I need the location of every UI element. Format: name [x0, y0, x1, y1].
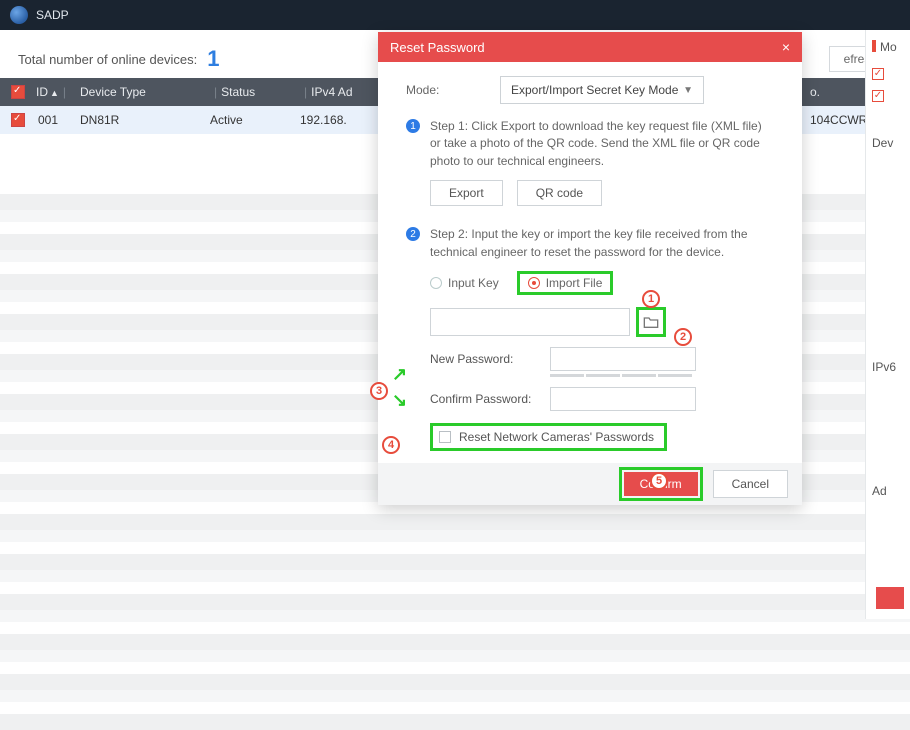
reset-cameras-checkbox[interactable] [439, 431, 451, 443]
title-bar: SADP [0, 0, 910, 30]
mode-label: Mode: [406, 83, 500, 97]
radio-dot-icon [528, 277, 540, 289]
cell-status: Active [210, 113, 300, 127]
mode-value: Export/Import Secret Key Mode [511, 83, 678, 97]
side-title: Mo [880, 40, 897, 54]
annotation-2: 2 [674, 328, 692, 346]
cancel-button[interactable]: Cancel [713, 470, 788, 498]
side-dev-label: Dev [872, 136, 904, 150]
mode-select[interactable]: Export/Import Secret Key Mode ▼ [500, 76, 704, 104]
file-path-input[interactable] [430, 308, 630, 336]
step1-text: Step 1: Click Export to download the key… [430, 118, 774, 170]
annotation-1: 1 [642, 290, 660, 308]
step2-text: Step 2: Input the key or import the key … [430, 226, 774, 261]
reset-cameras-row[interactable]: Reset Network Cameras' Passwords [430, 423, 667, 451]
annotation-3: 3 [370, 382, 388, 400]
col-type[interactable]: Device Type [80, 85, 146, 99]
confirm-password-label: Confirm Password: [430, 392, 550, 406]
col-id[interactable]: ID [36, 85, 48, 99]
col-status[interactable]: Status [221, 85, 255, 99]
side-panel: Mo Dev IPv6 Ad [865, 30, 910, 619]
cell-type: DN81R [80, 113, 210, 127]
arrow-up-icon: ↗ [392, 364, 407, 385]
annotation-4: 4 [382, 436, 400, 454]
row-checkbox[interactable] [11, 113, 25, 127]
export-button[interactable]: Export [430, 180, 503, 206]
radio-input-key[interactable]: Input Key [430, 276, 499, 290]
side-ipv6-label: IPv6 [872, 360, 904, 374]
radio-dot-icon [430, 277, 442, 289]
reset-cameras-label: Reset Network Cameras' Passwords [459, 430, 654, 444]
col-serial[interactable]: o. [810, 85, 820, 99]
side-check-2[interactable] [872, 90, 884, 102]
close-icon[interactable]: × [782, 39, 790, 55]
app-title: SADP [36, 8, 69, 22]
reset-password-dialog: Reset Password × Mode: Export/Import Sec… [378, 32, 802, 505]
app-logo-icon [10, 6, 28, 24]
qrcode-button[interactable]: QR code [517, 180, 602, 206]
radio-input-key-label: Input Key [448, 276, 499, 290]
confirm-password-input[interactable] [550, 387, 696, 411]
cell-id: 001 [36, 113, 80, 127]
folder-icon [643, 315, 659, 329]
browse-button[interactable] [636, 307, 666, 337]
device-count-value: 1 [207, 46, 219, 72]
radio-import-file[interactable]: Import File [517, 271, 614, 295]
select-all-checkbox[interactable] [11, 85, 25, 99]
accent-bar-icon [872, 40, 876, 52]
side-check-1[interactable] [872, 68, 884, 80]
arrow-down-icon: ↘ [392, 390, 407, 411]
step2-bullet-icon: 2 [406, 227, 420, 241]
new-password-input[interactable] [550, 347, 696, 371]
password-strength-meter [550, 374, 774, 377]
dialog-footer: Confirm Cancel [378, 463, 802, 505]
new-password-label: New Password: [430, 352, 550, 366]
dialog-header: Reset Password × [378, 32, 802, 62]
side-admin-label: Ad [872, 484, 904, 498]
col-ipv4[interactable]: IPv4 Ad [311, 85, 352, 99]
dialog-title: Reset Password [390, 40, 485, 55]
side-action-button[interactable] [876, 587, 904, 609]
chevron-down-icon: ▼ [683, 85, 693, 96]
device-count-label: Total number of online devices: [18, 52, 197, 67]
radio-import-file-label: Import File [546, 276, 603, 290]
sort-caret-icon: ▲ [50, 88, 59, 98]
annotation-5: 5 [650, 472, 668, 490]
step1-bullet-icon: 1 [406, 119, 420, 133]
